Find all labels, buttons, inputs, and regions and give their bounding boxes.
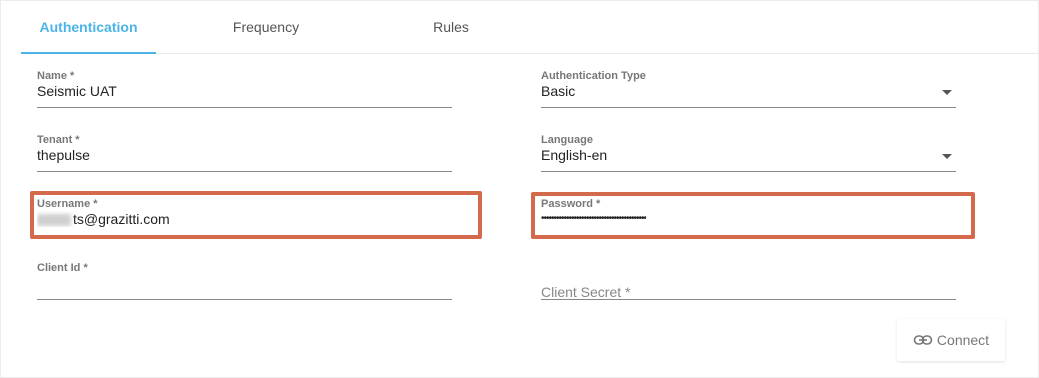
- tenant-field[interactable]: Tenant * thepulse: [37, 134, 452, 174]
- tab-rules[interactable]: Rules: [406, 1, 496, 53]
- authentication-type-label: Authentication Type: [541, 70, 646, 82]
- connect-label: Connect: [936, 332, 990, 348]
- tab-frequency[interactable]: Frequency: [206, 1, 326, 53]
- client-id-field[interactable]: Client Id *: [37, 262, 452, 302]
- tenant-value: thepulse: [37, 147, 90, 163]
- chevron-down-icon[interactable]: [942, 90, 952, 95]
- tenant-underline: [37, 171, 452, 172]
- language-underline: [541, 171, 956, 172]
- client-secret-placeholder: Client Secret *: [541, 284, 631, 300]
- name-label: Name *: [37, 70, 75, 82]
- language-value: English-en: [541, 147, 608, 163]
- active-tab-indicator: [21, 52, 156, 54]
- client-id-label: Client Id *: [37, 262, 88, 274]
- name-field[interactable]: Name * Seismic UAT: [37, 70, 452, 110]
- password-highlight-box: [531, 192, 975, 239]
- client-id-underline: [37, 299, 452, 300]
- language-label: Language: [541, 134, 593, 146]
- authentication-type-underline: [541, 107, 956, 108]
- name-value: Seismic UAT: [37, 83, 117, 99]
- authentication-type-value: Basic: [541, 83, 576, 99]
- tab-bar: Authentication Frequency Rules: [21, 1, 1039, 54]
- client-secret-field[interactable]: Client Secret *: [541, 262, 956, 302]
- username-highlight-box: [30, 191, 482, 239]
- auth-settings-panel: Authentication Frequency Rules Name * Se…: [0, 0, 1039, 378]
- language-select[interactable]: Language English-en: [541, 134, 956, 174]
- chevron-down-icon[interactable]: [942, 154, 952, 159]
- client-secret-underline: [541, 299, 956, 300]
- tenant-label: Tenant *: [37, 134, 80, 146]
- tab-authentication[interactable]: Authentication: [21, 1, 156, 53]
- connect-button[interactable]: Connect: [897, 319, 1005, 361]
- name-underline: [37, 107, 452, 108]
- authentication-type-select[interactable]: Authentication Type Basic: [541, 70, 956, 110]
- link-icon: [913, 335, 933, 345]
